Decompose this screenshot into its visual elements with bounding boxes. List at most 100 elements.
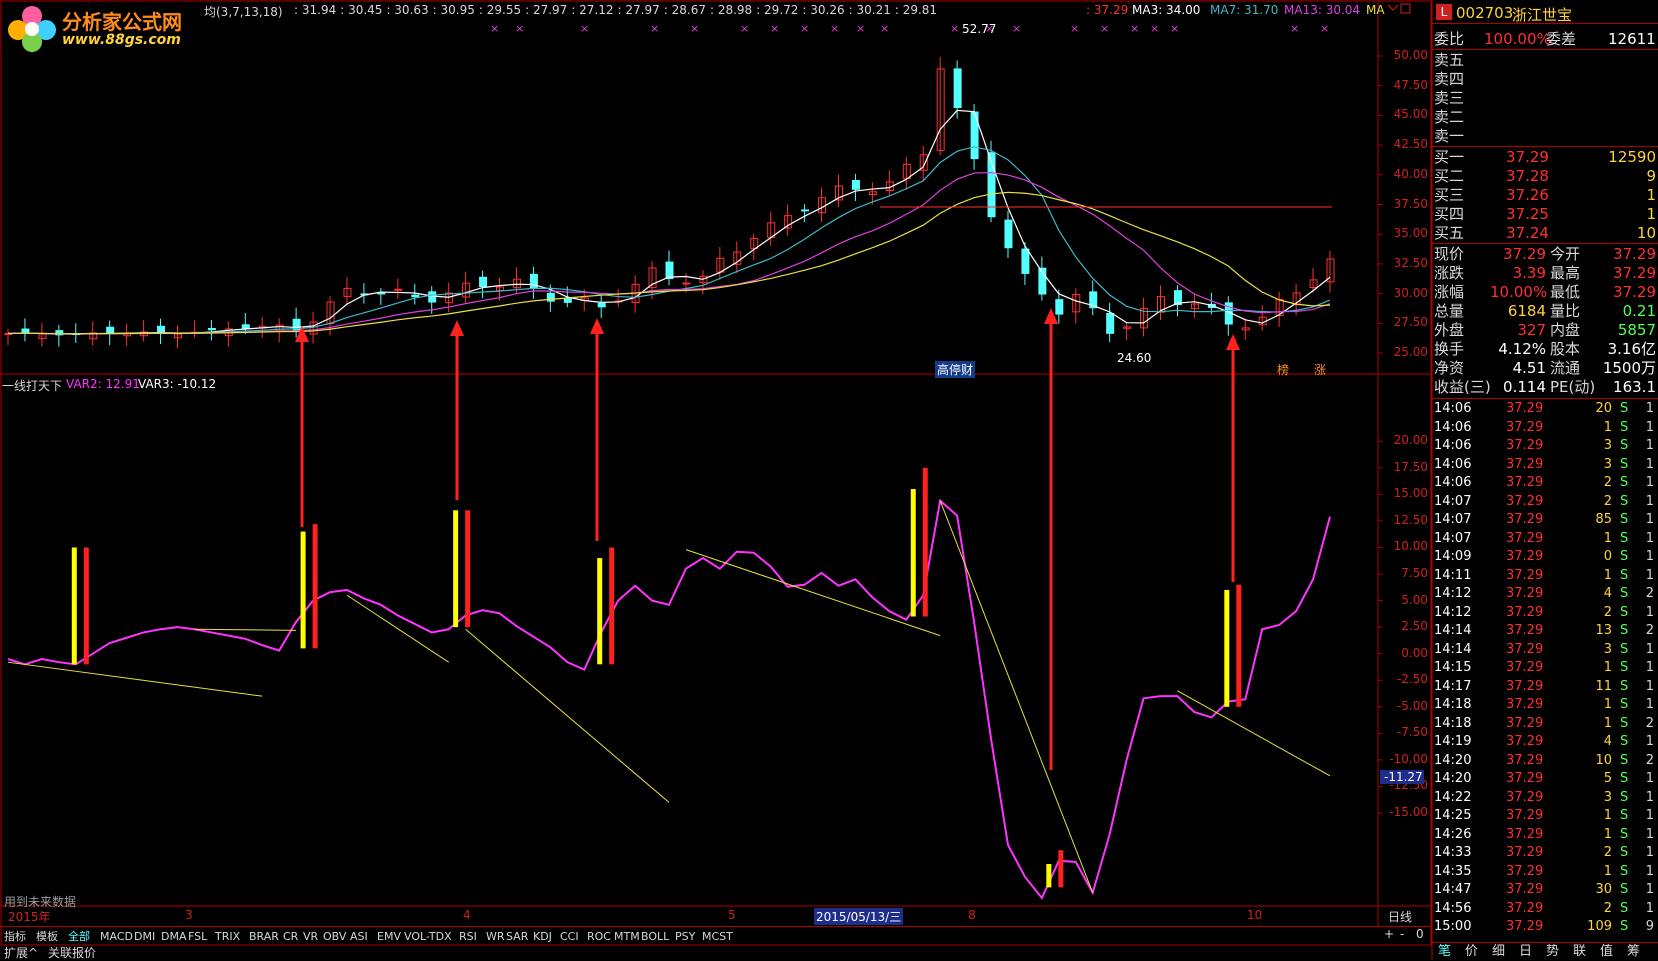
panel-divider-line <box>1432 49 1658 50</box>
trade-tick-cell: 15:00 <box>1434 919 1472 934</box>
stat-cell: 涨跌 <box>1434 264 1465 282</box>
period-label[interactable]: 日线 <box>1388 908 1412 925</box>
indicator-tab[interactable]: OBV <box>323 928 346 945</box>
trade-tick-cell: 37.29 <box>1506 863 1544 879</box>
indicator-tab[interactable]: 指标 <box>4 928 26 945</box>
stat-cell: 外盘 <box>1434 321 1465 339</box>
related-quote-button[interactable]: 关联报价 <box>48 944 96 961</box>
ma-values: : 31.94: 30.45: 30.63: 30.95: 29.55: 27.… <box>294 3 941 17</box>
indicator-tab[interactable]: SAR <box>506 928 528 945</box>
panel-tab[interactable]: 日 <box>1519 943 1532 960</box>
zoom-in-button[interactable]: + <box>1384 927 1394 941</box>
trade-tick-row: 14:11 37.29 1 S 1 <box>1434 567 1656 585</box>
date-mark-4: 4 <box>463 908 471 922</box>
buy-cell: 买五 <box>1434 224 1465 242</box>
trade-tick-cell: 85 <box>1595 512 1612 527</box>
trade-tick-cell: S <box>1620 493 1629 509</box>
trade-tick-cell: 37.29 <box>1506 623 1544 638</box>
trade-tick-cell: S <box>1620 697 1629 712</box>
panel-tab[interactable]: 联 <box>1573 943 1586 960</box>
indicator-tab[interactable]: TRIX <box>215 928 240 945</box>
trade-tick-cell: 1 <box>1645 900 1654 916</box>
panel-tab[interactable]: 细 <box>1492 943 1505 960</box>
trade-tick-cell: 1 <box>1645 808 1654 823</box>
indicator-tab[interactable]: PSY <box>675 928 695 945</box>
trade-tick-cell: 37.29 <box>1506 919 1544 934</box>
indicator-tab[interactable]: MCST <box>702 928 733 945</box>
zoom-out-button[interactable]: - <box>1400 927 1404 941</box>
indicator-tab[interactable]: 全部 <box>68 928 90 945</box>
trade-tick-cell: S <box>1620 604 1629 620</box>
trade-tick-cell: 14:07 <box>1434 530 1472 546</box>
trade-tick-cell: 13 <box>1595 623 1612 638</box>
signal-arrow-head-icon <box>450 320 464 336</box>
indicator-tab[interactable]: KDJ <box>533 928 552 945</box>
indicator-tab[interactable]: BRAR <box>249 928 279 945</box>
window-controls[interactable] <box>1386 2 1412 16</box>
panel-tab[interactable]: 值 <box>1600 943 1613 960</box>
stock-code: 002703 <box>1456 4 1514 22</box>
signal-bar-red <box>465 510 471 628</box>
ma-value: : 29.72 <box>756 3 799 17</box>
trade-tick-cell: 1 <box>1645 697 1654 712</box>
indicator-tab[interactable]: RSI <box>459 928 477 945</box>
tag-bang[interactable]: 榜 <box>1277 361 1289 378</box>
event-marker-icon: × <box>650 22 659 35</box>
buy-cell: 10 <box>1636 224 1656 242</box>
indicator-tab[interactable]: CR <box>283 928 298 945</box>
trade-tick-cell: 1 <box>1645 771 1654 786</box>
ma13-label: MA13: 30.04 <box>1284 3 1361 17</box>
panel-tab[interactable]: 价 <box>1465 943 1478 960</box>
trade-tick-cell: 1 <box>1603 863 1612 879</box>
expand-button[interactable]: 扩展^ <box>4 944 38 961</box>
buy-level[interactable]: 买五 37.24 10 <box>1434 224 1656 242</box>
stat-cell: 163.1 <box>1613 378 1656 396</box>
stat-cell: 内盘 <box>1550 321 1581 339</box>
trade-tick-row: 14:35 37.29 1 S 1 <box>1434 863 1656 881</box>
indicator-tab[interactable]: MACD <box>100 928 133 945</box>
indicator-tab[interactable]: VOL-TDX <box>404 928 452 945</box>
trade-tick-row: 14:07 37.29 1 S 1 <box>1434 530 1656 548</box>
indicator-tab[interactable]: VR <box>303 928 318 945</box>
indicator-tab[interactable]: 模板 <box>36 928 58 945</box>
panel-tab[interactable]: 势 <box>1546 943 1559 960</box>
var2-label: VAR2: 12.91 <box>66 377 140 391</box>
stat-row: 换手 4.12% 股本 3.16亿 <box>1434 340 1656 358</box>
trade-tick-cell: S <box>1620 641 1629 657</box>
trade-tick-cell: 5 <box>1603 771 1612 786</box>
trade-tick-cell: S <box>1620 438 1629 453</box>
var3-label: VAR3: -10.12 <box>138 377 217 391</box>
buy-level[interactable]: 买一 37.29 12590 <box>1434 148 1656 166</box>
main-y-tick-label: 47.50 <box>1393 77 1428 92</box>
tag-gaotingcai[interactable]: 高停财 <box>935 361 976 378</box>
indicator-tab[interactable]: WR <box>486 928 505 945</box>
indicator-tab[interactable]: CCI <box>560 928 579 945</box>
trade-tick-cell: 3 <box>1603 789 1612 805</box>
buy-level[interactable]: 买四 37.25 1 <box>1434 205 1656 223</box>
buy-level[interactable]: 买二 37.28 9 <box>1434 167 1656 185</box>
event-marker-icon: × <box>1100 22 1109 35</box>
trend-line <box>346 594 449 663</box>
event-marker-icon: × <box>1012 22 1021 35</box>
indicator-tab[interactable]: DMI <box>134 928 155 945</box>
indicator-tab[interactable]: DMA <box>161 928 187 945</box>
indicator-tab[interactable]: EMV <box>377 928 401 945</box>
indicator-tab[interactable]: MTM <box>614 928 640 945</box>
tag-zhang[interactable]: 涨 <box>1314 361 1326 378</box>
panel-divider-line <box>1432 23 1658 24</box>
buy-level[interactable]: 买三 37.26 1 <box>1434 186 1656 204</box>
indicator-tab[interactable]: BOLL <box>641 928 669 945</box>
trade-tick-cell: 37.29 <box>1506 549 1544 564</box>
event-marker-icon: × <box>1130 22 1139 35</box>
indicator-tab[interactable]: ROC <box>587 928 611 945</box>
stat-cell: 6184 <box>1507 302 1546 320</box>
indicator-tab[interactable]: ASI <box>350 928 368 945</box>
trade-tick-cell: 37.29 <box>1506 567 1544 583</box>
panel-tab[interactable]: 笔 <box>1438 943 1451 960</box>
panel-tab[interactable]: 筹 <box>1627 943 1640 960</box>
sub-y-tick-label: -10.00 <box>1389 751 1428 766</box>
sub-y-tick-label: 5.00 <box>1401 592 1428 607</box>
zoom-reset-button[interactable]: 0 <box>1416 927 1424 941</box>
indicator-tab[interactable]: FSL <box>188 928 207 945</box>
event-marker-icon: × <box>1170 22 1179 35</box>
